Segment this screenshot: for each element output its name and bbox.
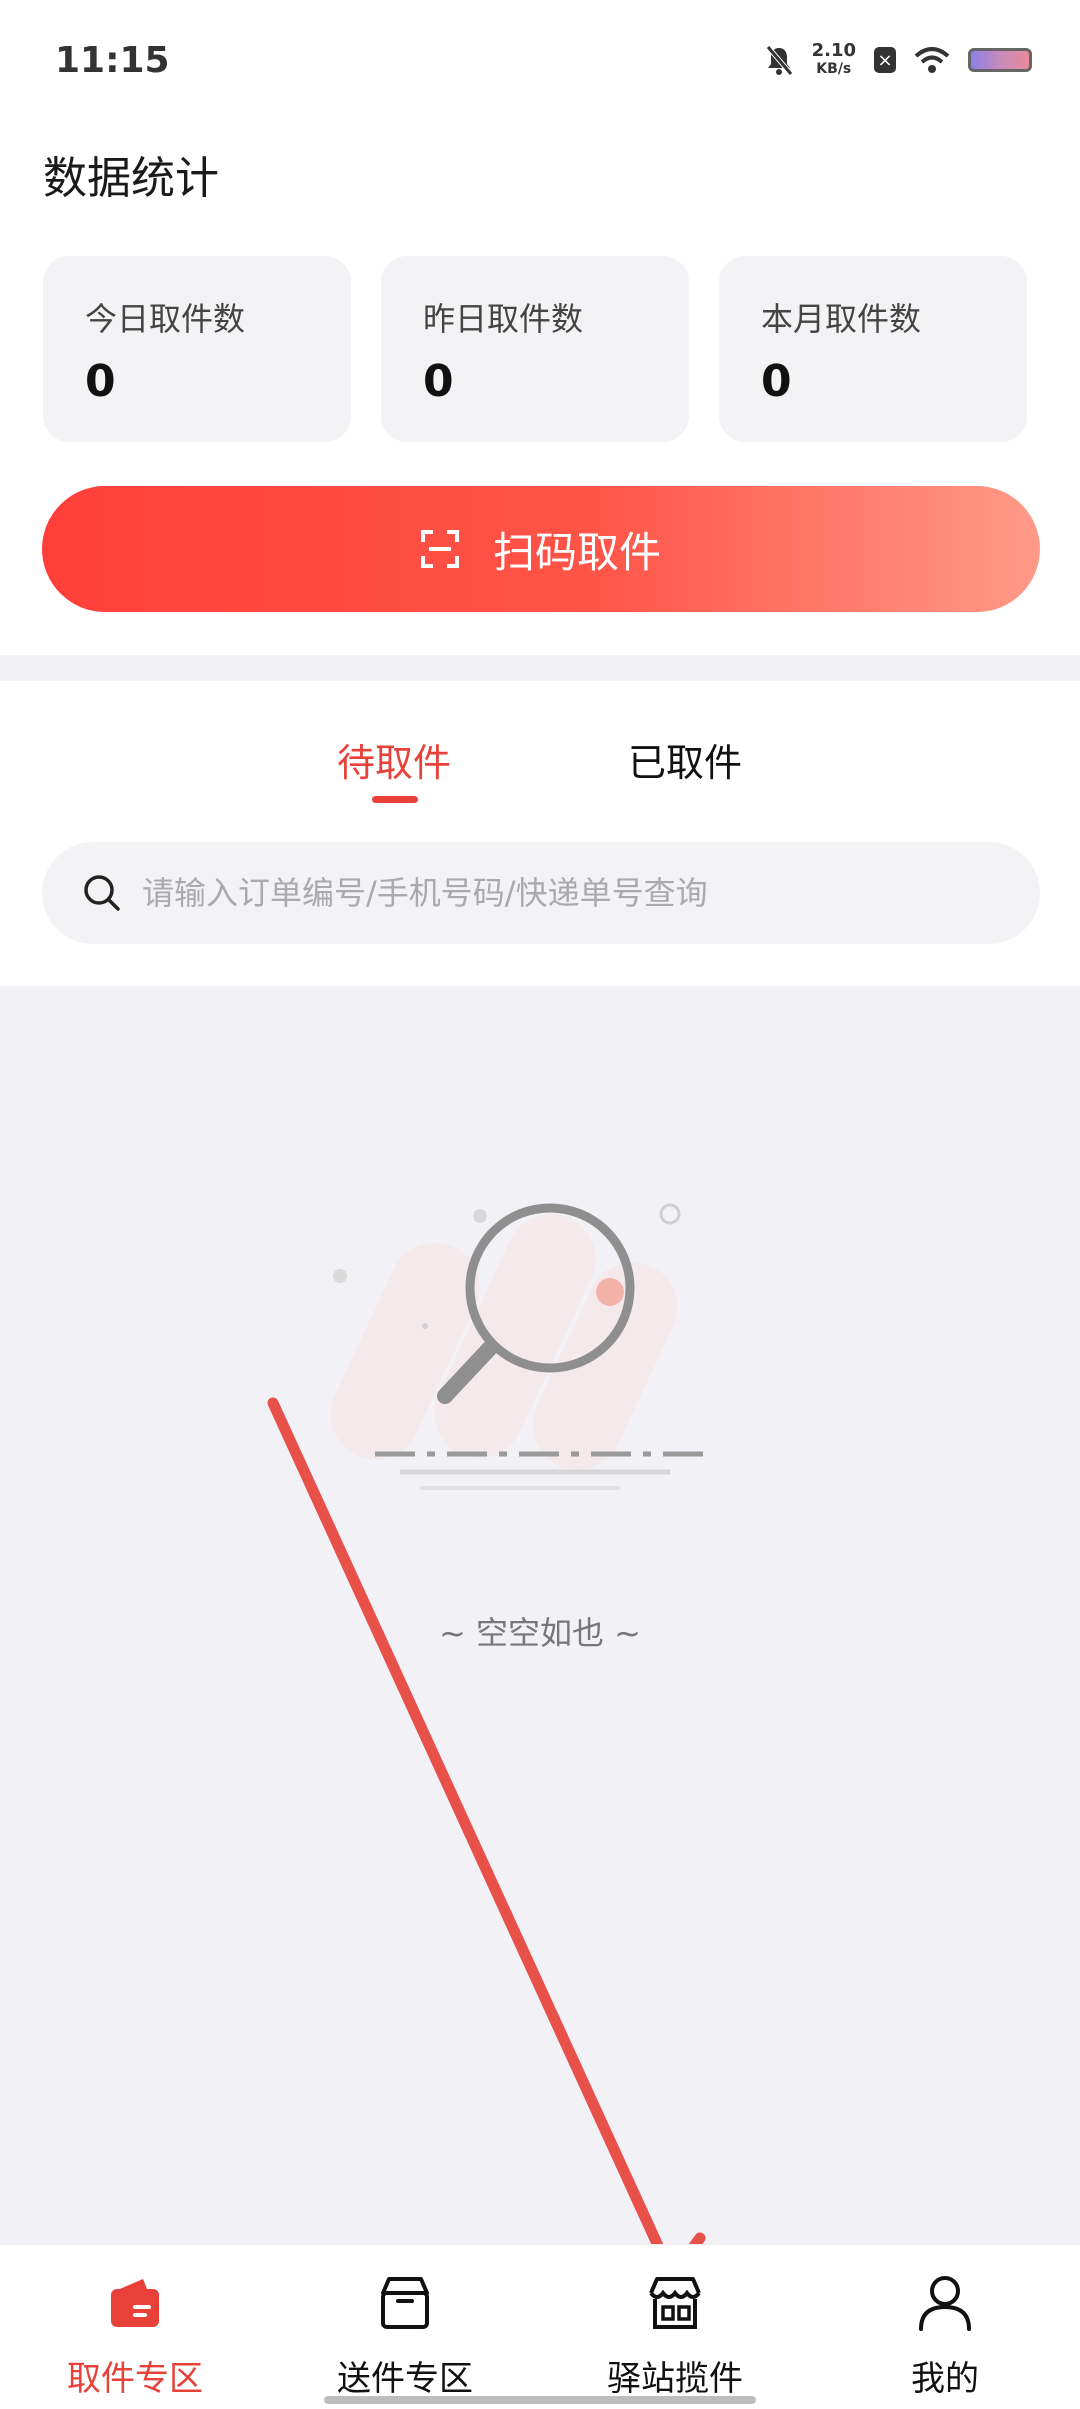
battery-icon	[968, 48, 1032, 72]
stat-card-yesterday: 昨日取件数 0	[381, 256, 689, 442]
net-speed: 2.10 KB/s	[812, 42, 856, 78]
stat-value: 0	[85, 356, 116, 407]
stat-card-today: 今日取件数 0	[43, 256, 351, 442]
nav-label: 取件专区	[67, 2359, 203, 2399]
home-indicator[interactable]	[324, 2396, 756, 2404]
bell-muted-icon	[765, 45, 793, 76]
user-icon	[919, 2276, 971, 2331]
pickup-list-area: ~ 空空如也 ~	[0, 986, 1080, 2244]
scan-button-label: 扫码取件	[492, 527, 661, 577]
wallet-icon	[111, 2279, 159, 2327]
net-speed-value: 2.10	[811, 40, 856, 61]
status-time: 11:15	[55, 40, 170, 81]
store-icon	[649, 2277, 701, 2329]
search-icon	[84, 875, 120, 911]
stat-card-month: 本月取件数 0	[719, 256, 1027, 442]
tab-pending[interactable]: 待取件	[337, 732, 451, 787]
search-input[interactable]	[140, 873, 1040, 913]
net-speed-unit: KB/s	[816, 61, 852, 77]
stat-label: 本月取件数	[761, 300, 922, 338]
tab-active-indicator	[372, 796, 418, 803]
section-divider	[0, 655, 1080, 681]
nav-item-profile[interactable]: 我的	[810, 2271, 1080, 2400]
empty-search-illustration	[330, 1203, 710, 1490]
status-bar: 11:15 2.10 KB/s ×	[0, 0, 1080, 120]
nav-item-pickup[interactable]: 取件专区	[0, 2271, 270, 2400]
nav-item-send[interactable]: 送件专区	[270, 2271, 540, 2400]
notification-x-icon: ×	[874, 47, 896, 73]
status-icons: 2.10 KB/s ×	[764, 42, 1032, 78]
empty-state-text: ~ 空空如也 ~	[439, 1614, 641, 1652]
wifi-icon	[914, 47, 950, 73]
stat-label: 今日取件数	[85, 300, 246, 338]
scan-icon	[420, 530, 459, 568]
nav-item-station[interactable]: 驿站揽件	[540, 2271, 810, 2400]
nav-label: 我的	[911, 2359, 979, 2399]
bottom-nav: 取件专区 送件专区 驿站揽件 我的	[0, 2244, 1080, 2409]
nav-label: 驿站揽件	[607, 2359, 743, 2399]
stat-value: 0	[423, 356, 454, 407]
search-bar[interactable]	[42, 842, 1040, 944]
stat-cards: 今日取件数 0 昨日取件数 0 本月取件数 0	[43, 256, 1027, 442]
tab-picked-up[interactable]: 已取件	[628, 732, 742, 787]
box-icon	[381, 2277, 429, 2329]
nav-label: 送件专区	[337, 2359, 473, 2399]
scan-pickup-button[interactable]: 扫码取件	[42, 486, 1040, 612]
page-title: 数据统计	[43, 153, 219, 204]
stat-value: 0	[761, 356, 792, 407]
stat-label: 昨日取件数	[423, 300, 584, 338]
